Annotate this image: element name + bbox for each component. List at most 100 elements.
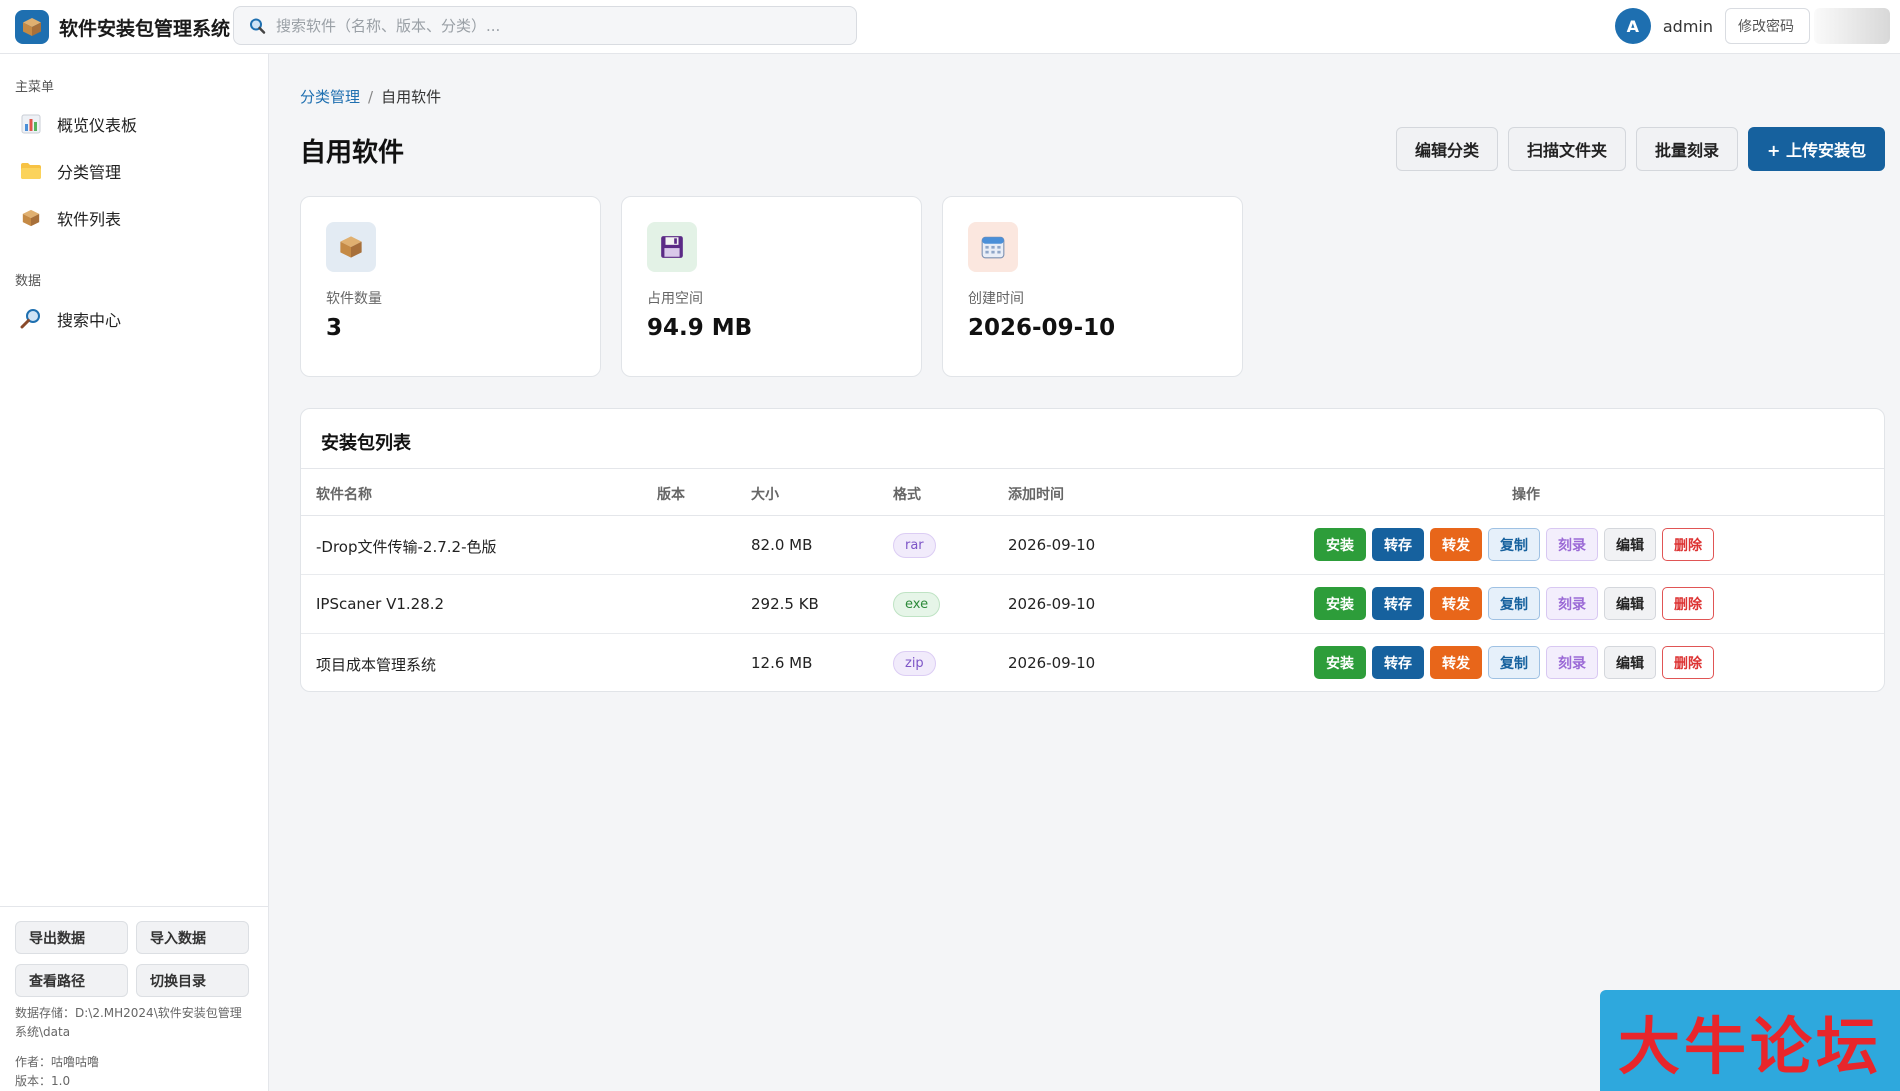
save-as-button[interactable]: 转存 [1372, 646, 1424, 679]
calendar-icon [968, 222, 1018, 272]
cell-added: 2026-09-10 [1008, 595, 1096, 613]
stat-card-software-count: 软件数量 3 [300, 196, 601, 377]
cell-added: 2026-09-10 [1008, 654, 1096, 672]
copy-button[interactable]: 复制 [1488, 646, 1540, 679]
row-actions: 安装 转存 转发 复制 刻录 编辑 删除 [1314, 528, 1714, 561]
floppy-disk-icon [647, 222, 697, 272]
stat-label: 占用空间 [647, 291, 703, 307]
column-header-added[interactable]: 添加时间 [1008, 484, 1064, 504]
copy-button[interactable]: 复制 [1488, 587, 1540, 620]
format-badge: exe [893, 592, 941, 617]
column-header-version[interactable]: 版本 [657, 484, 685, 504]
burn-button[interactable]: 刻录 [1546, 587, 1598, 620]
delete-button[interactable]: 删除 [1662, 646, 1714, 679]
batch-burn-button[interactable]: 批量刻录 [1636, 127, 1739, 171]
stat-label: 创建时间 [968, 291, 1024, 307]
stat-value: 3 [326, 315, 343, 341]
top-bar: 软件安装包管理系统 A admin 修改密码 [0, 0, 1900, 54]
stat-card-disk-usage: 占用空间 94.9 MB [621, 196, 922, 377]
page-actions: 编辑分类 扫描文件夹 批量刻录 + 上传安装包 [1395, 127, 1885, 171]
save-as-button[interactable]: 转存 [1372, 528, 1424, 561]
sidebar-item-dashboard[interactable]: 概览仪表板 [15, 105, 255, 143]
cell-size: 12.6 MB [751, 654, 813, 672]
save-as-button[interactable]: 转存 [1372, 587, 1424, 620]
column-header-actions: 操作 [1512, 487, 1540, 503]
stat-label: 软件数量 [326, 291, 382, 307]
install-button[interactable]: 安装 [1314, 587, 1366, 620]
stat-value: 94.9 MB [647, 315, 753, 341]
logout-button[interactable] [1814, 8, 1890, 44]
search-input[interactable] [276, 16, 836, 35]
username: admin [1662, 16, 1713, 36]
edit-button[interactable]: 编辑 [1604, 646, 1656, 679]
column-header-format[interactable]: 格式 [893, 484, 921, 504]
row-actions: 安装 转存 转发 复制 刻录 编辑 删除 [1314, 646, 1714, 679]
page-title: 自用软件 [300, 138, 405, 168]
magnifier-icon [19, 307, 43, 331]
burn-button[interactable]: 刻录 [1546, 646, 1598, 679]
delete-button[interactable]: 删除 [1662, 587, 1714, 620]
table-title: 安装包列表 [321, 433, 411, 454]
data-section-label: 数据 [15, 274, 42, 289]
bar-chart-icon [19, 112, 43, 136]
cell-name: IPScaner V1.28.2 [316, 595, 445, 613]
upload-package-button[interactable]: + 上传安装包 [1748, 127, 1885, 171]
watermark-logo: 大牛论坛 [1600, 990, 1900, 1091]
author-text: 作者：咕噜咕噜 [15, 1055, 100, 1069]
app-title: 软件安装包管理系统 [59, 17, 231, 40]
install-button[interactable]: 安装 [1314, 646, 1366, 679]
table-header: 软件名称 版本 大小 格式 添加时间 操作 [301, 468, 1884, 516]
change-password-button[interactable]: 修改密码 [1725, 8, 1810, 44]
edit-button[interactable]: 编辑 [1604, 528, 1656, 561]
column-header-size[interactable]: 大小 [751, 484, 779, 504]
sidebar-item-label: 搜索中心 [57, 311, 122, 330]
search-box[interactable] [233, 6, 857, 45]
main-menu-label: 主菜单 [15, 80, 55, 95]
stat-value: 2026-09-10 [968, 315, 1116, 341]
view-path-button[interactable]: 查看路径 [15, 964, 128, 997]
package-icon [19, 206, 43, 230]
copy-button[interactable]: 复制 [1488, 528, 1540, 561]
forward-button[interactable]: 转发 [1430, 528, 1482, 561]
brand[interactable]: 软件安装包管理系统 [15, 8, 230, 46]
sidebar-item-software-list[interactable]: 软件列表 [15, 199, 255, 237]
scan-folder-button[interactable]: 扫描文件夹 [1507, 127, 1626, 171]
stat-card-created-date: 创建时间 2026-09-10 [942, 196, 1243, 377]
table-row[interactable]: -Drop文件传输-2.7.2-色版 82.0 MB rar 2026-09-1… [301, 516, 1884, 575]
format-badge: zip [893, 651, 936, 676]
burn-button[interactable]: 刻录 [1546, 528, 1598, 561]
cell-name: -Drop文件传输-2.7.2-色版 [316, 538, 497, 556]
format-badge: rar [893, 533, 936, 558]
app-logo-icon [15, 10, 49, 44]
breadcrumb: 分类管理 / 自用软件 [300, 86, 441, 107]
cell-size: 82.0 MB [751, 536, 813, 554]
table-row[interactable]: IPScaner V1.28.2 292.5 KB exe 2026-09-10… [301, 575, 1884, 634]
delete-button[interactable]: 删除 [1662, 528, 1714, 561]
switch-directory-button[interactable]: 切换目录 [136, 964, 249, 997]
sidebar-item-search-center[interactable]: 搜索中心 [15, 300, 255, 338]
version-text: 版本：1.0 [15, 1074, 71, 1088]
sidebar: 主菜单 概览仪表板 分类管理 软件列表 数据 搜索中心 导出数据 导入数据 查看… [0, 54, 269, 1091]
install-button[interactable]: 安装 [1314, 528, 1366, 561]
watermark-text: 大牛论坛 [1617, 1009, 1882, 1083]
folder-icon [19, 159, 43, 183]
cell-added: 2026-09-10 [1008, 536, 1096, 554]
forward-button[interactable]: 转发 [1430, 587, 1482, 620]
breadcrumb-link-categories[interactable]: 分类管理 [300, 86, 360, 107]
package-icon [326, 222, 376, 272]
forward-button[interactable]: 转发 [1430, 646, 1482, 679]
search-icon [250, 18, 266, 34]
avatar[interactable]: A [1614, 8, 1651, 44]
edit-category-button[interactable]: 编辑分类 [1395, 127, 1498, 171]
cell-size: 292.5 KB [751, 595, 819, 613]
table-row[interactable]: 项目成本管理系统 12.6 MB zip 2026-09-10 安装 转存 转发… [301, 634, 1884, 691]
sidebar-footer: 导出数据 导入数据 查看路径 切换目录 数据存储：D:\2.MH2024\软件安… [0, 906, 268, 1091]
user-area: A admin 修改密码 [1614, 6, 1900, 46]
column-header-name[interactable]: 软件名称 [316, 484, 372, 504]
edit-button[interactable]: 编辑 [1604, 587, 1656, 620]
cell-name: 项目成本管理系统 [316, 656, 437, 674]
sidebar-item-categories[interactable]: 分类管理 [15, 152, 255, 190]
import-data-button[interactable]: 导入数据 [136, 921, 249, 954]
breadcrumb-separator: / [368, 87, 374, 106]
export-data-button[interactable]: 导出数据 [15, 921, 128, 954]
